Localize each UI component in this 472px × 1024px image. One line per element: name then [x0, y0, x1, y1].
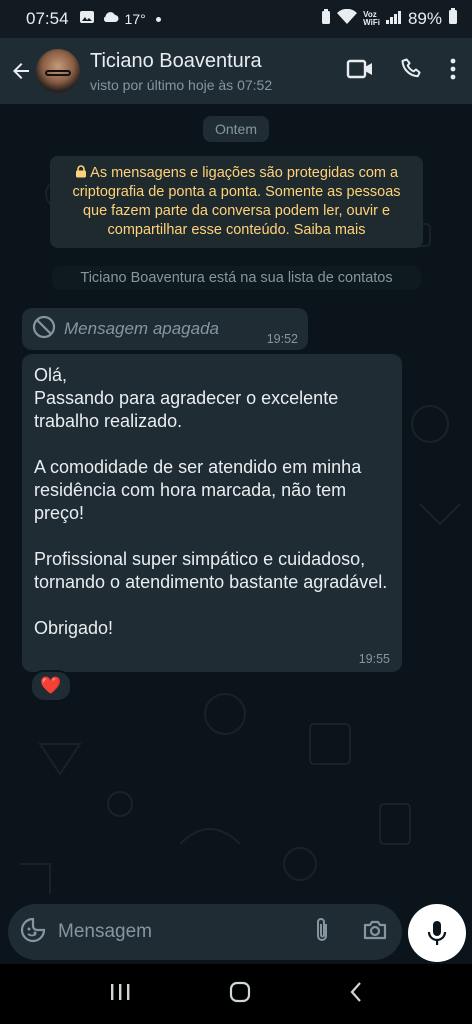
kebab-menu-icon [450, 58, 456, 79]
message-bubble[interactable]: Olá, Passando para agradecer o excelente… [22, 354, 402, 672]
composer: Mensagem [0, 904, 472, 964]
encryption-notice-text: As mensagens e ligações são protegidas c… [72, 165, 401, 238]
heart-reaction[interactable]: ❤️ [30, 670, 72, 702]
status-temperature: 17° [124, 11, 146, 27]
system-nav-bar [0, 964, 472, 1024]
camera-button[interactable] [362, 919, 388, 946]
message-line: A comodidade de ser atendido em minha re… [34, 457, 362, 523]
video-call-button[interactable] [346, 58, 374, 85]
encryption-notice[interactable]: As mensagens e ligações são protegidas c… [50, 156, 423, 248]
status-bar: 07:54 17° Voz WiFi 89% [0, 0, 472, 38]
contact-status-notice: Ticiano Boaventura está na sua lista de … [52, 266, 421, 290]
phone-icon [401, 58, 421, 77]
contact-info[interactable]: Ticiano Boaventura visto por último hoje… [90, 50, 346, 93]
message-time: 19:52 [266, 332, 298, 346]
back-nav-button[interactable] [349, 981, 363, 1008]
deleted-message-text: Mensagem apagada [64, 319, 220, 338]
deleted-message-bubble[interactable]: Mensagem apagada 19:52 [22, 308, 308, 350]
vowifi-label: Voz WiFi [363, 10, 380, 27]
chat-header: Ticiano Boaventura visto por último hoje… [0, 38, 472, 104]
last-seen: visto por último hoje às 07:52 [90, 76, 273, 93]
status-time: 07:54 [26, 9, 69, 28]
contact-avatar[interactable] [36, 49, 80, 93]
voice-message-button[interactable] [408, 904, 466, 962]
more-options-button[interactable] [450, 58, 456, 85]
signal-icon [385, 9, 402, 29]
lock-icon [75, 165, 90, 181]
notification-dot-icon [155, 16, 161, 22]
paperclip-icon [317, 917, 327, 941]
arrow-left-icon [13, 63, 29, 79]
voice-call-button[interactable] [400, 57, 424, 86]
message-line: Obrigado! [34, 618, 114, 638]
message-line: Passando para agradecer o excelente trab… [34, 388, 339, 431]
wifi-icon [337, 8, 358, 30]
attach-button[interactable] [312, 916, 332, 949]
message-line [34, 594, 390, 617]
message-input[interactable]: Mensagem [58, 921, 312, 943]
camera-icon [363, 920, 387, 939]
home-icon [229, 981, 251, 1002]
message-time: 19:55 [358, 652, 390, 666]
message-line [34, 525, 390, 548]
video-camera-icon [346, 59, 372, 78]
date-separator: Ontem [202, 116, 270, 142]
message-input-bar[interactable]: Mensagem [8, 904, 402, 960]
message-line: Profissional super simpático e cuidadoso… [34, 549, 388, 592]
battery-saver-icon [321, 8, 331, 30]
chat-area[interactable]: Ontem As mensagens e ligações são proteg… [0, 104, 472, 904]
home-button[interactable] [229, 981, 251, 1008]
cloud-icon [101, 9, 119, 29]
status-battery: 89% [407, 9, 442, 28]
battery-icon [448, 8, 458, 30]
back-button[interactable] [2, 38, 40, 104]
message-line: Olá, [34, 365, 68, 385]
contact-name: Ticiano Boaventura [90, 49, 262, 72]
message-line [34, 433, 390, 456]
gallery-icon [79, 9, 95, 30]
recent-apps-button[interactable] [109, 982, 131, 1007]
blocked-icon [32, 315, 56, 344]
emoji-sticker-button[interactable] [20, 917, 46, 948]
microphone-icon [427, 921, 447, 945]
message-text: Olá, Passando para agradecer o excelente… [34, 364, 390, 640]
sticker-icon [20, 917, 46, 942]
chevron-left-icon [350, 981, 361, 1002]
recents-icon [111, 983, 130, 1000]
